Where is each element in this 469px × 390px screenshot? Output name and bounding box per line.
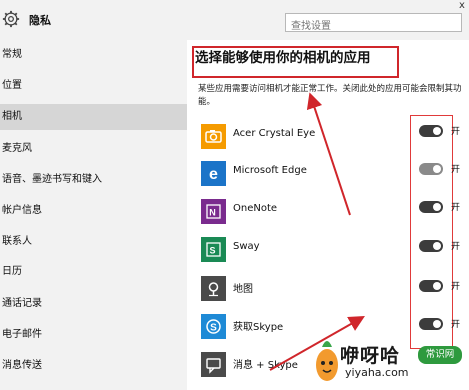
watermark-url: yiyaha.com xyxy=(345,366,409,379)
annotation-arrows xyxy=(269,92,365,371)
arrow-to-heading xyxy=(306,92,351,216)
watermark-badge: 常识网 xyxy=(418,346,462,364)
mascot-logo-icon xyxy=(316,341,338,381)
watermark-brand: 咿呀哈 xyxy=(340,345,401,367)
